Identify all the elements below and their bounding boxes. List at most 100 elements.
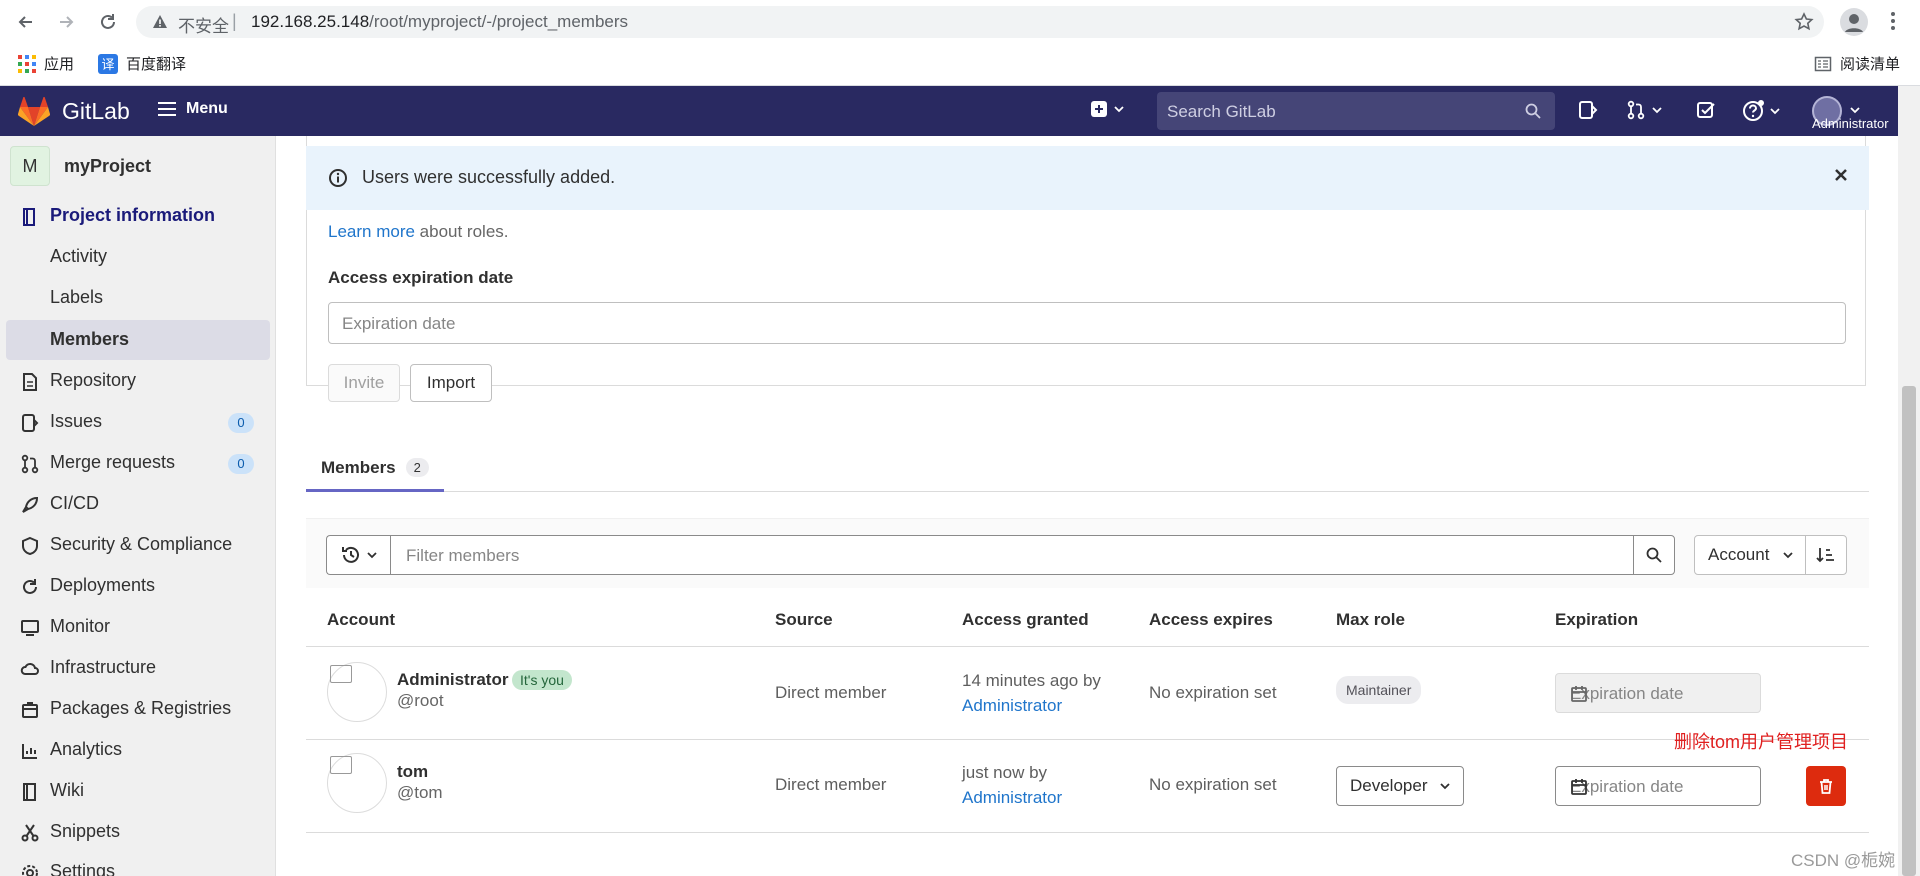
bookmark-baidu-label: 百度翻译	[126, 56, 187, 73]
gitlab-search-placeholder: Search GitLab	[1167, 102, 1276, 121]
alert-message: Users were successfully added.	[362, 167, 616, 187]
sidebar-item-label: Activity	[50, 246, 108, 266]
member-name[interactable]: Administrator	[397, 670, 508, 690]
todos-icon[interactable]	[1696, 100, 1716, 120]
column-header-access-granted: Access granted	[962, 610, 1089, 629]
search-icon	[1525, 103, 1541, 119]
reload-icon[interactable]	[94, 8, 122, 36]
merge-requests-count-badge: 0	[228, 454, 254, 474]
main-content: Users were successfully added. Learn mor…	[276, 136, 1898, 876]
bookmark-baidu-translate[interactable]: 译 百度翻译	[98, 53, 186, 74]
chevron-down-icon	[1770, 108, 1780, 115]
reading-list[interactable]: 阅读清单	[1814, 53, 1900, 74]
filter-members-placeholder: Filter members	[406, 546, 520, 565]
learn-more-link[interactable]: Learn more	[328, 222, 415, 241]
reading-list-icon	[1814, 56, 1832, 71]
bookmark-apps[interactable]: 应用	[18, 53, 74, 74]
back-icon[interactable]	[12, 8, 40, 36]
access-expiration-input[interactable]: Expiration date	[328, 302, 1846, 344]
sort-by-label: Account	[1708, 545, 1770, 564]
shield-icon	[20, 536, 40, 556]
filter-members-input[interactable]: Filter members	[390, 535, 1634, 575]
table-divider	[306, 646, 1869, 647]
granted-by-link[interactable]: Administrator	[962, 788, 1062, 808]
invite-button[interactable]: Invite	[328, 364, 400, 402]
sidebar-item-project-information[interactable]: Project information	[0, 196, 270, 236]
import-button[interactable]: Import	[410, 364, 492, 402]
sidebar-item-infrastructure[interactable]: Infrastructure	[0, 648, 270, 688]
profile-avatar-icon[interactable]	[1840, 8, 1868, 36]
gitlab-logo-icon[interactable]	[18, 97, 50, 127]
member-source: Direct member	[775, 775, 887, 794]
sidebar-item-issues[interactable]: Issues 0	[0, 402, 270, 442]
role-dropdown[interactable]: Developer	[1336, 766, 1464, 806]
column-header-access-expires: Access expires	[1149, 610, 1273, 629]
sidebar-item-label: Analytics	[50, 739, 123, 759]
sidebar-item-label: Packages & Registries	[50, 698, 232, 718]
merge-requests-dropdown[interactable]	[1626, 100, 1662, 120]
avatar	[327, 753, 387, 813]
chevron-down-icon	[1114, 106, 1124, 113]
warning-icon	[152, 14, 168, 30]
remove-member-button[interactable]	[1806, 766, 1846, 806]
tab-members-label: Members	[321, 457, 396, 477]
project-avatar: M	[10, 146, 50, 186]
page-scrollbar[interactable]	[1898, 86, 1920, 876]
sort-ascending-icon	[1816, 548, 1834, 563]
sidebar-item-label: Issues	[50, 411, 103, 431]
tab-members[interactable]: Members 2	[306, 446, 444, 492]
sidebar-item-deployments[interactable]: Deployments	[0, 566, 270, 606]
rocket-icon	[20, 495, 40, 515]
sidebar-item-label: Merge requests	[50, 452, 176, 472]
sidebar-item-security-compliance[interactable]: Security & Compliance	[0, 525, 270, 565]
table-divider	[306, 739, 1869, 740]
url-host: 192.168.25.148	[251, 12, 370, 31]
annotation-text: 删除tom用户管理项目	[1674, 732, 1849, 752]
sidebar-item-wiki[interactable]: Wiki	[0, 771, 270, 811]
hamburger-icon	[158, 102, 176, 116]
url-path: /root/myproject/-/project_members	[369, 12, 629, 31]
chevron-down-icon	[1439, 783, 1450, 790]
forward-icon[interactable]	[52, 8, 80, 36]
chevron-down-icon[interactable]	[1850, 106, 1860, 114]
chevron-down-icon	[366, 552, 377, 559]
sort-direction-button[interactable]	[1805, 535, 1847, 575]
sidebar-item-repository[interactable]: Repository	[0, 361, 270, 401]
sidebar-item-label: Settings	[50, 861, 116, 876]
help-dropdown[interactable]	[1742, 100, 1780, 122]
sort-by-dropdown[interactable]: Account	[1694, 535, 1806, 575]
avatar	[327, 662, 387, 722]
sidebar-item-ci-cd[interactable]: CI/CD	[0, 484, 270, 524]
project-header[interactable]: M myProject	[10, 146, 151, 186]
project-name: myProject	[64, 155, 152, 176]
gitlab-brand[interactable]: GitLab	[62, 98, 130, 125]
sidebar-item-label: Wiki	[50, 780, 84, 800]
recent-searches-button[interactable]	[326, 535, 390, 575]
gitlab-search-input[interactable]: Search GitLab	[1157, 92, 1555, 130]
sidebar-item-settings[interactable]: Settings	[0, 852, 270, 876]
expiration-date-input[interactable]: Expiration date	[1555, 766, 1761, 806]
sidebar-item-merge-requests[interactable]: Merge requests 0	[0, 443, 270, 483]
sidebar-item-members[interactable]: Members	[6, 320, 270, 360]
member-name[interactable]: tom	[397, 762, 428, 782]
sidebar-item-label: CI/CD	[50, 493, 99, 513]
scrollbar-thumb[interactable]	[1902, 386, 1916, 876]
sidebar-item-snippets[interactable]: Snippets	[0, 812, 270, 852]
sidebar-item-labels[interactable]: Labels	[0, 278, 270, 318]
sidebar-item-activity[interactable]: Activity	[0, 237, 270, 277]
close-icon[interactable]	[1833, 167, 1849, 183]
address-bar[interactable]: 不安全 | 192.168.25.148/root/myproject/-/pr…	[136, 6, 1824, 38]
granted-by-link[interactable]: Administrator	[962, 696, 1062, 716]
sidebar-item-label: Security & Compliance	[50, 534, 233, 554]
filter-search-button[interactable]	[1633, 535, 1675, 575]
browser-menu-icon[interactable]	[1890, 10, 1896, 32]
sidebar-item-analytics[interactable]: Analytics	[0, 730, 270, 770]
issues-icon	[20, 413, 40, 433]
sidebar-item-packages-registries[interactable]: Packages & Registries	[0, 689, 270, 729]
bookmark-star-icon[interactable]	[1794, 12, 1814, 32]
sidebar-item-monitor[interactable]: Monitor	[0, 607, 270, 647]
main-menu-button[interactable]: Menu	[158, 100, 228, 118]
issues-shortcut-icon[interactable]	[1578, 100, 1598, 120]
user-name-label: Administrator	[1812, 116, 1889, 131]
new-dropdown-button[interactable]	[1090, 100, 1124, 118]
